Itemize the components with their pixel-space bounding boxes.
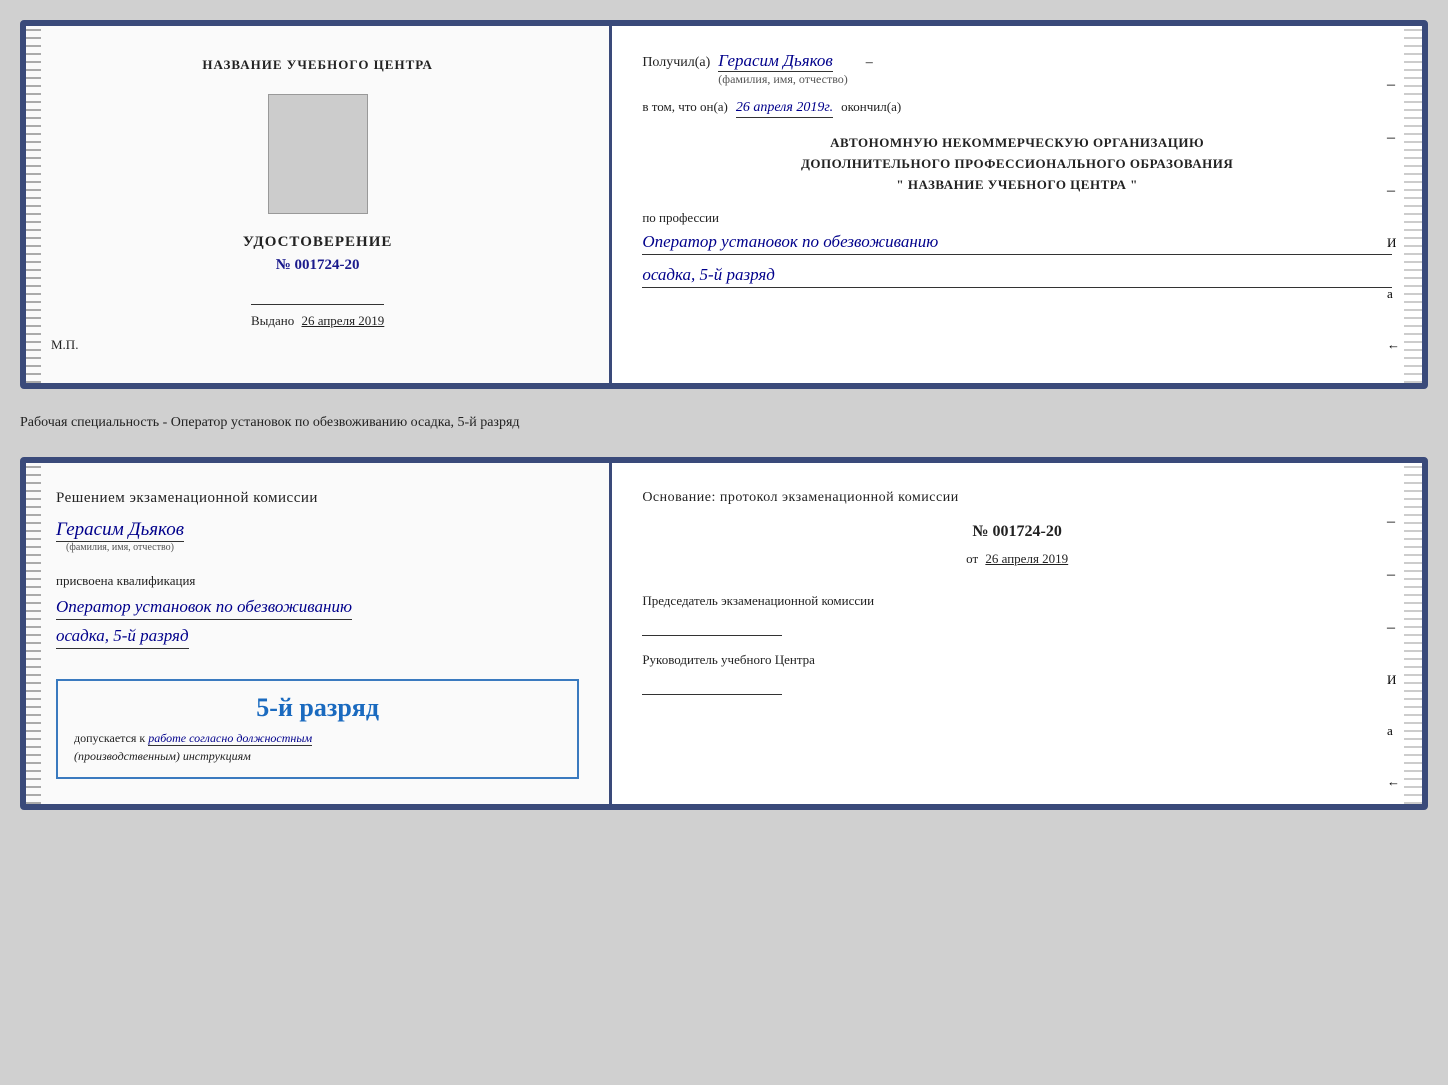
doc2-qual-line1: Оператор установок по обезвоживанию	[56, 595, 352, 620]
stamp-italic: работе согласно должностным	[148, 731, 312, 746]
side-dashes-2: – – – И а ← – – – –	[1387, 513, 1400, 810]
issued-date: 26 апреля 2019	[302, 313, 385, 328]
stamp-prefix: допускается к	[74, 731, 145, 745]
doc2-person-block: Герасим Дьяков (фамилия, имя, отчество)	[56, 519, 184, 553]
recipient-name: Герасим Дьяков	[718, 51, 833, 72]
document-card-1: НАЗВАНИЕ УЧЕБНОГО ЦЕНТРА УДОСТОВЕРЕНИЕ №…	[20, 20, 1428, 389]
photo-placeholder	[268, 94, 368, 214]
recipient-block: Герасим Дьяков (фамилия, имя, отчество)	[718, 51, 847, 87]
org-line2: ДОПОЛНИТЕЛЬНОГО ПРОФЕССИОНАЛЬНОГО ОБРАЗО…	[642, 154, 1392, 175]
stamp-rank: 5-й разряд	[74, 693, 561, 723]
protocol-date: 26 апреля 2019	[985, 551, 1068, 566]
profession-line1: Оператор установок по обезвоживанию	[642, 230, 1392, 255]
chairman-block: Председатель экзаменационной комиссии	[642, 592, 1392, 636]
protocol-date-row: от 26 апреля 2019	[642, 551, 1392, 567]
cert-number: № 001724-20	[276, 257, 360, 274]
dash-1: –	[866, 55, 873, 71]
left-decorative	[26, 26, 41, 383]
confirmation-row: в том, что он(а) 26 апреля 2019г. окончи…	[642, 99, 1392, 118]
fio-label: (фамилия, имя, отчество)	[718, 72, 847, 87]
protocol-date-prefix: от	[966, 551, 978, 566]
confirmation-date: 26 апреля 2019г.	[736, 100, 833, 118]
org-line1: АВТОНОМНУЮ НЕКОММЕРЧЕСКУЮ ОРГАНИЗАЦИЮ	[642, 133, 1392, 154]
org-block: АВТОНОМНУЮ НЕКОММЕРЧЕСКУЮ ОРГАНИЗАЦИЮ ДО…	[642, 133, 1392, 195]
mp-label: М.П.	[51, 337, 78, 353]
doc2-fio-label: (фамилия, имя, отчество)	[56, 542, 184, 553]
basis-title: Основание: протокол экзаменационной коми…	[642, 488, 1392, 508]
doc1-center-title: НАЗВАНИЕ УЧЕБНОГО ЦЕНТРА	[202, 56, 433, 74]
document-card-2: Решением экзаменационной комиссии Гераси…	[20, 457, 1428, 810]
stamp-box: 5-й разряд допускается к работе согласно…	[56, 679, 579, 779]
doc1-left-panel: НАЗВАНИЕ УЧЕБНОГО ЦЕНТРА УДОСТОВЕРЕНИЕ №…	[26, 26, 612, 383]
page-wrapper: НАЗВАНИЕ УЧЕБНОГО ЦЕНТРА УДОСТОВЕРЕНИЕ №…	[20, 20, 1428, 810]
doc2-person-name: Герасим Дьяков	[56, 519, 184, 542]
issued-label: Выдано	[251, 313, 294, 328]
protocol-number: № 001724-20	[642, 523, 1392, 541]
confirmation-prefix: в том, что он(а)	[642, 99, 728, 115]
specialty-text: Рабочая специальность - Оператор установ…	[20, 415, 1428, 431]
issued-line: Выдано 26 апреля 2019	[251, 304, 384, 329]
qualification-label: присвоена квалификация	[56, 573, 195, 589]
doc2-left-panel: Решением экзаменационной комиссии Гераси…	[26, 463, 612, 804]
director-block: Руководитель учебного Центра	[642, 651, 1392, 695]
profession-label: по профессии	[642, 210, 1392, 226]
doc2-right-panel: Основание: протокол экзаменационной коми…	[612, 463, 1422, 804]
doc2-qual-line2: осадка, 5-й разряд	[56, 624, 189, 649]
exam-commission-title: Решением экзаменационной комиссии	[56, 488, 318, 509]
stamp-text-block: допускается к работе согласно должностны…	[74, 729, 561, 765]
left-decorative-2	[26, 463, 41, 804]
director-label: Руководитель учебного Центра	[642, 651, 1392, 669]
director-sign-line	[642, 677, 782, 695]
stamp-suffix: (производственным) инструкциям	[74, 749, 251, 763]
org-line3: " НАЗВАНИЕ УЧЕБНОГО ЦЕНТРА "	[642, 175, 1392, 196]
cert-title: УДОСТОВЕРЕНИЕ	[243, 234, 393, 251]
doc1-right-panel: Получил(а) Герасим Дьяков (фамилия, имя,…	[612, 26, 1422, 383]
recipient-row: Получил(а) Герасим Дьяков (фамилия, имя,…	[642, 51, 1392, 87]
side-dashes: – – – И а ← – – – –	[1387, 76, 1400, 389]
chairman-sign-line	[642, 618, 782, 636]
profession-line2: осадка, 5-й разряд	[642, 263, 1392, 288]
chairman-label: Председатель экзаменационной комиссии	[642, 592, 1392, 610]
received-prefix: Получил(а)	[642, 55, 710, 71]
confirmation-suffix: окончил(а)	[841, 99, 901, 115]
